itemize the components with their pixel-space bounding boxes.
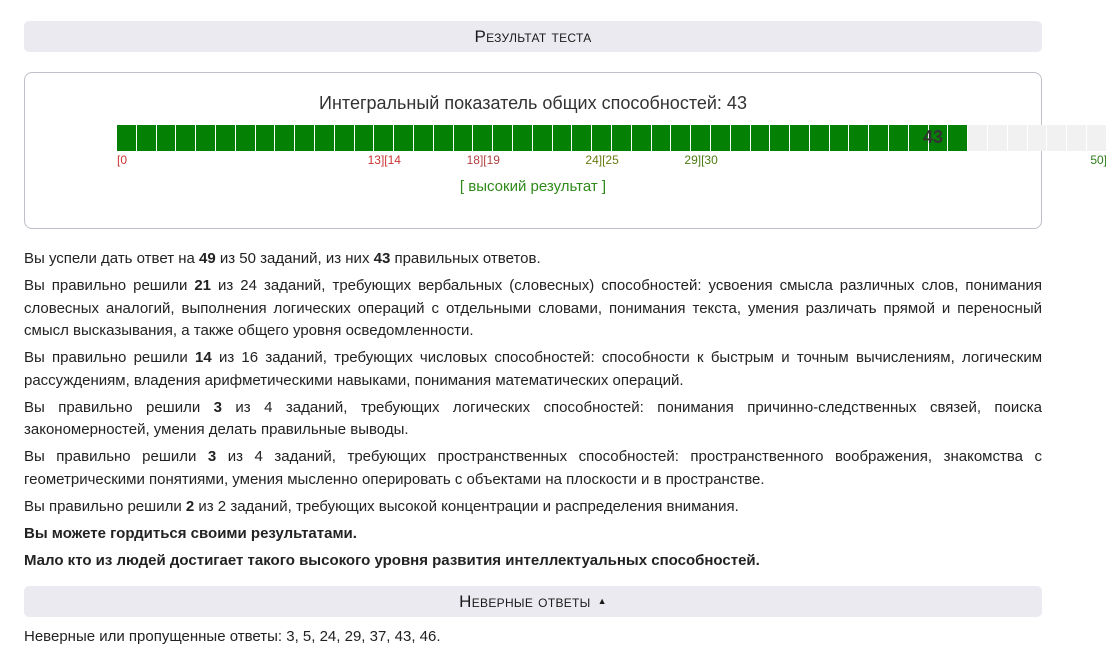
category-correct-count: 3 bbox=[213, 398, 222, 416]
category-result: Вы правильно решили 3 из 4 заданий, треб… bbox=[24, 446, 1042, 491]
score-bar-segment bbox=[790, 125, 810, 151]
summary-text: Вы успели дать ответ на bbox=[24, 250, 200, 267]
score-bar-segment bbox=[314, 125, 335, 151]
score-bar-segment bbox=[275, 125, 296, 151]
category-result: Вы правильно решили 14 из 16 заданий, тр… bbox=[24, 347, 1042, 392]
category-result: Вы правильно решили 21 из 24 заданий, тр… bbox=[24, 275, 1042, 343]
score-bar-segment bbox=[592, 125, 612, 151]
score-bar-segment bbox=[1027, 125, 1048, 151]
score-bar-segment bbox=[651, 125, 672, 151]
score-verdict: [ высокий результат ] bbox=[459, 178, 607, 195]
score-bar-segment bbox=[869, 125, 890, 151]
score-bar-segment bbox=[473, 125, 494, 151]
score-bar-segment bbox=[710, 125, 731, 151]
score-bar-segment bbox=[235, 125, 256, 151]
scale-tick-label: 18][19 bbox=[466, 153, 500, 167]
category-correct-count: 14 bbox=[195, 349, 212, 366]
category-results: Вы правильно решили 21 из 24 заданий, тр… bbox=[24, 275, 1042, 518]
score-bar-segment bbox=[394, 125, 414, 151]
score-bar-segment bbox=[671, 125, 692, 151]
result-details: Вы успели дать ответ на 49 из 50 заданий… bbox=[24, 248, 1042, 577]
score-bar-segment bbox=[354, 125, 375, 151]
score-bar-segment bbox=[215, 125, 236, 151]
answer-summary: Вы успели дать ответ на 49 из 50 заданий… bbox=[24, 248, 1042, 271]
score-bar-segment bbox=[196, 125, 216, 151]
score-bar-segment bbox=[295, 125, 315, 151]
category-text: Вы правильно решили bbox=[24, 349, 196, 366]
category-correct-count: 21 bbox=[194, 277, 212, 294]
conclusion-line-1: Вы можете гордиться своими результатами. bbox=[24, 524, 357, 542]
score-bar-segment bbox=[255, 125, 276, 151]
score-panel: Интегральный показатель общих способност… bbox=[24, 72, 1106, 229]
triangle-up-icon: ▲ bbox=[597, 595, 607, 606]
scale-tick-label: 50] bbox=[1090, 153, 1106, 167]
result-header: Результат теста bbox=[24, 21, 1042, 52]
category-result: Вы правильно решили 3 из 4 заданий, треб… bbox=[24, 397, 1042, 442]
scale-tick-label: 29][30 bbox=[684, 153, 718, 167]
score-bar-segment bbox=[829, 125, 850, 151]
correct-count: 43 bbox=[373, 250, 391, 267]
score-bar-segment bbox=[750, 125, 771, 151]
category-result: Вы правильно решили 2 из 2 заданий, треб… bbox=[24, 496, 1042, 519]
summary-text: правильных ответов. bbox=[390, 250, 541, 267]
category-correct-count: 3 bbox=[207, 448, 217, 465]
score-bar-segment bbox=[374, 125, 395, 151]
score-bar-segment bbox=[1047, 125, 1068, 151]
category-text: Вы правильно решили bbox=[24, 497, 186, 515]
category-correct-count: 2 bbox=[185, 497, 195, 515]
score-bar-segment bbox=[156, 125, 177, 151]
score-bar-segment bbox=[176, 125, 197, 151]
score-bar-segment bbox=[136, 125, 157, 151]
answered-count: 49 bbox=[199, 250, 216, 267]
scale-tick-label: 24][25 bbox=[585, 153, 619, 167]
score-bar bbox=[117, 125, 1106, 151]
score-value: 43 bbox=[923, 127, 944, 147]
category-text: Вы правильно решили bbox=[24, 398, 214, 416]
score-bar-segment bbox=[413, 125, 434, 151]
score-bar-segment bbox=[730, 125, 751, 151]
conclusion-line-2: Мало кто из людей достигает такого высок… bbox=[24, 551, 760, 569]
score-bar-segment bbox=[809, 125, 830, 151]
score-bar-segment bbox=[552, 125, 573, 151]
score-bar-segment bbox=[117, 125, 137, 151]
score-bar-segment bbox=[1067, 125, 1088, 151]
category-text: Вы правильно решили bbox=[24, 448, 208, 465]
score-bar-segment bbox=[968, 125, 989, 151]
category-text: Вы правильно решили bbox=[24, 277, 195, 294]
wrong-answers-list: Неверные или пропущенные ответы: 3, 5, 2… bbox=[24, 628, 441, 645]
score-bar-segment bbox=[572, 125, 593, 151]
score-bar-segment bbox=[1087, 125, 1106, 151]
score-bar-segment bbox=[889, 125, 909, 151]
score-bar-segment bbox=[631, 125, 652, 151]
summary-text: из 50 заданий, из них bbox=[215, 250, 374, 267]
scale-tick-label: [0 bbox=[117, 153, 128, 167]
wrong-answers-title: Неверные ответы bbox=[459, 591, 591, 611]
score-bar-segment bbox=[512, 125, 533, 151]
score-bar-segment bbox=[433, 125, 454, 151]
score-bar-segment bbox=[334, 125, 355, 151]
score-bar-segment bbox=[948, 125, 969, 151]
score-title: Интегральный показатель общих способност… bbox=[319, 93, 747, 113]
result-header-title: Результат теста bbox=[474, 26, 592, 46]
category-text: из 2 заданий, требующих высокой концентр… bbox=[194, 497, 739, 515]
score-bar-segment bbox=[453, 125, 474, 151]
score-bar-segment bbox=[1007, 125, 1028, 151]
wrong-answers-toggle[interactable]: Неверные ответы ▲ bbox=[24, 586, 1042, 617]
score-bar-segment bbox=[770, 125, 791, 151]
score-bar-segment bbox=[611, 125, 632, 151]
score-bar-segment bbox=[493, 125, 513, 151]
score-bar-segment bbox=[691, 125, 711, 151]
score-bar-segment bbox=[988, 125, 1008, 151]
score-bar-segment bbox=[849, 125, 870, 151]
score-bar-segment bbox=[532, 125, 553, 151]
scale-tick-label: 13][14 bbox=[367, 153, 401, 167]
